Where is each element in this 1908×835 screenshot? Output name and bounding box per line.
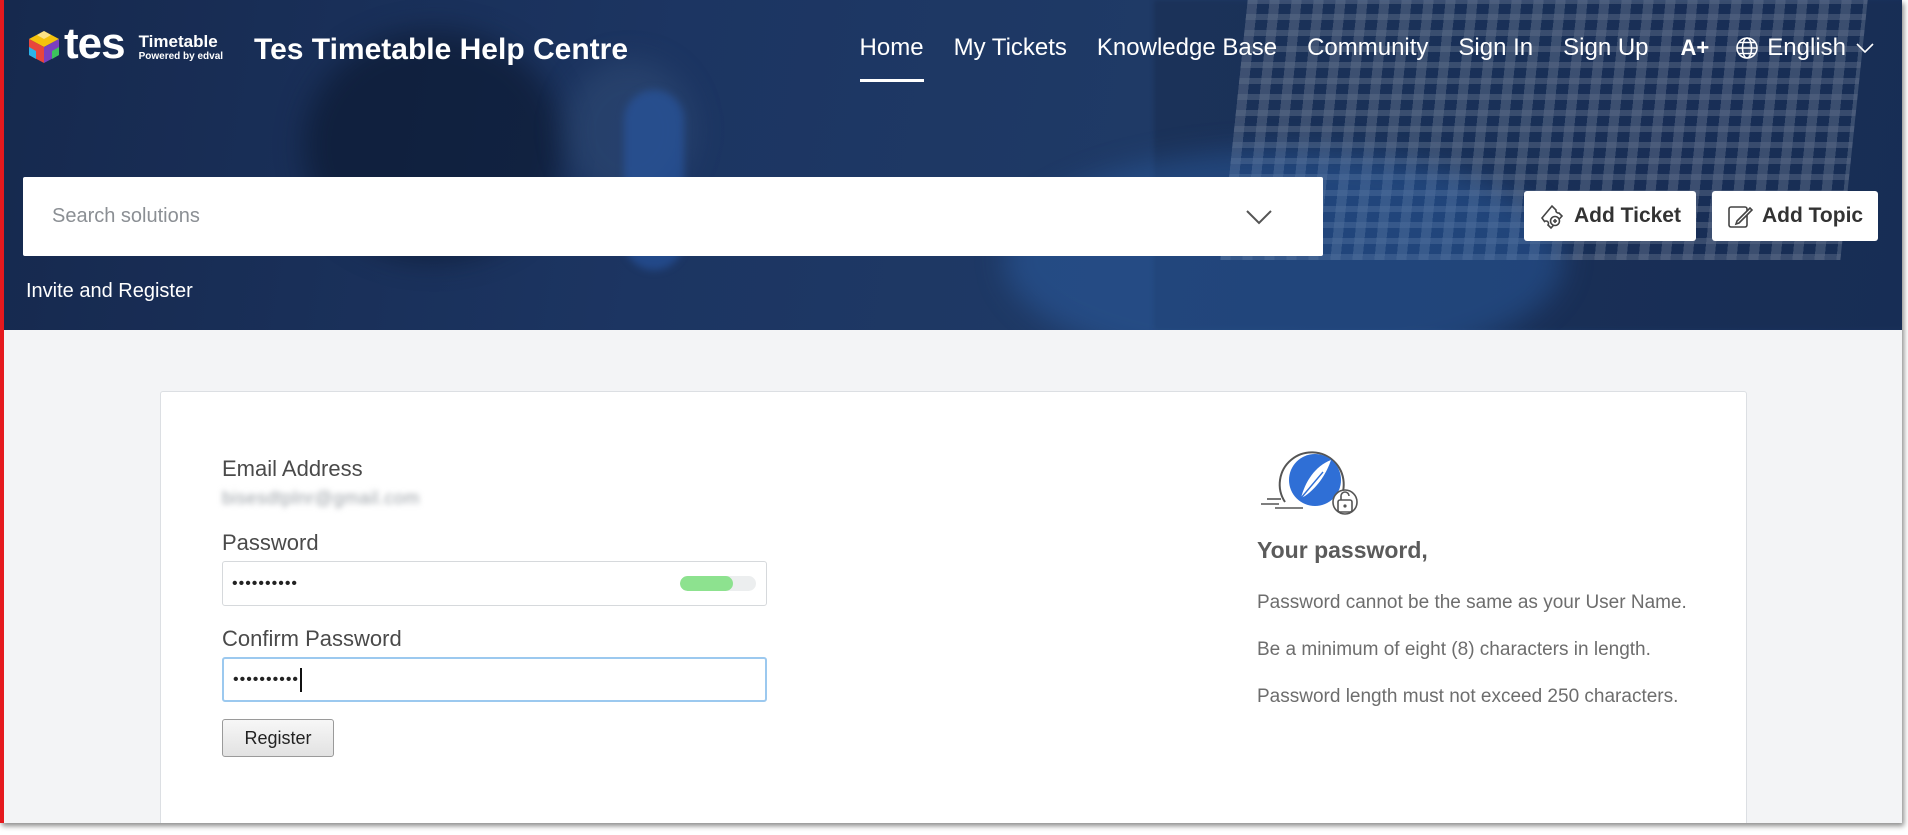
nav-sign-in[interactable]: Sign In bbox=[1458, 34, 1533, 62]
logo-product: Timetable Powered by edval bbox=[139, 33, 223, 62]
add-ticket-label: Add Ticket bbox=[1574, 204, 1681, 227]
password-label: Password bbox=[222, 530, 319, 555]
globe-icon bbox=[1736, 37, 1759, 59]
password-rules-title: Your password, bbox=[1257, 537, 1428, 563]
main-nav: Home My Tickets Knowledge Base Community… bbox=[830, 34, 1882, 82]
font-size-icon[interactable]: A+ bbox=[1681, 35, 1710, 61]
logo-brand-text: tes bbox=[64, 19, 126, 68]
nav-my-tickets[interactable]: My Tickets bbox=[954, 34, 1067, 62]
cube-logo-icon bbox=[29, 31, 59, 63]
text-caret bbox=[300, 667, 303, 692]
brand-logo[interactable]: tes Timetable Powered by edval bbox=[26, 22, 223, 66]
password-rule-item: Be a minimum of eight (8) characters in … bbox=[1257, 639, 1651, 660]
edit-note-icon bbox=[1728, 206, 1754, 228]
password-rule-item: Password length must not exceed 250 char… bbox=[1257, 686, 1679, 707]
chevron-down-icon bbox=[1856, 43, 1874, 53]
password-field[interactable]: •••••••••• bbox=[222, 561, 767, 606]
nav-home[interactable]: Home bbox=[859, 34, 924, 82]
password-rules: Your password, Password cannot be the sa… bbox=[1257, 442, 1717, 713]
register-button[interactable]: Register bbox=[222, 719, 334, 757]
add-topic-button[interactable]: Add Topic bbox=[1712, 191, 1878, 241]
language-selector[interactable]: English bbox=[1735, 34, 1882, 62]
search-bar bbox=[23, 176, 1323, 257]
add-topic-label: Add Topic bbox=[1762, 204, 1864, 227]
logo-product-name: Timetable bbox=[138, 31, 218, 51]
email-value: bisesdtplnr@gmail.com bbox=[222, 488, 420, 508]
password-value: •••••••••• bbox=[232, 574, 299, 592]
ticket-icon bbox=[1540, 204, 1564, 230]
password-quill-lock-icon bbox=[1261, 451, 1358, 515]
logo-powered-by: Powered by edval bbox=[138, 50, 224, 62]
password-strength-meter bbox=[680, 576, 756, 591]
confirm-password-label: Confirm Password bbox=[222, 626, 402, 651]
password-rule-item: Password cannot be the same as your User… bbox=[1257, 592, 1687, 613]
register-card: Email Address bisesdtplnr@gmail.com Pass… bbox=[160, 391, 1747, 823]
browser-frame: tes Timetable Powered by edval Tes Timet… bbox=[0, 0, 1902, 823]
search-input[interactable] bbox=[23, 176, 1245, 257]
chevron-down-icon[interactable] bbox=[1245, 209, 1273, 225]
confirm-password-value: •••••••••• bbox=[233, 670, 300, 688]
confirm-password-field[interactable]: •••••••••• bbox=[222, 657, 767, 702]
site-title[interactable]: Tes Timetable Help Centre bbox=[254, 33, 628, 67]
email-label: Email Address bbox=[222, 456, 363, 481]
password-strength-fill bbox=[680, 576, 734, 591]
breadcrumb[interactable]: Invite and Register bbox=[26, 280, 193, 303]
nav-sign-up[interactable]: Sign Up bbox=[1563, 34, 1648, 62]
nav-knowledge-base[interactable]: Knowledge Base bbox=[1097, 34, 1277, 62]
add-ticket-button[interactable]: Add Ticket bbox=[1524, 191, 1696, 241]
nav-community[interactable]: Community bbox=[1307, 34, 1428, 62]
language-label: English bbox=[1767, 34, 1846, 61]
page-header: tes Timetable Powered by edval Tes Timet… bbox=[4, 0, 1902, 330]
